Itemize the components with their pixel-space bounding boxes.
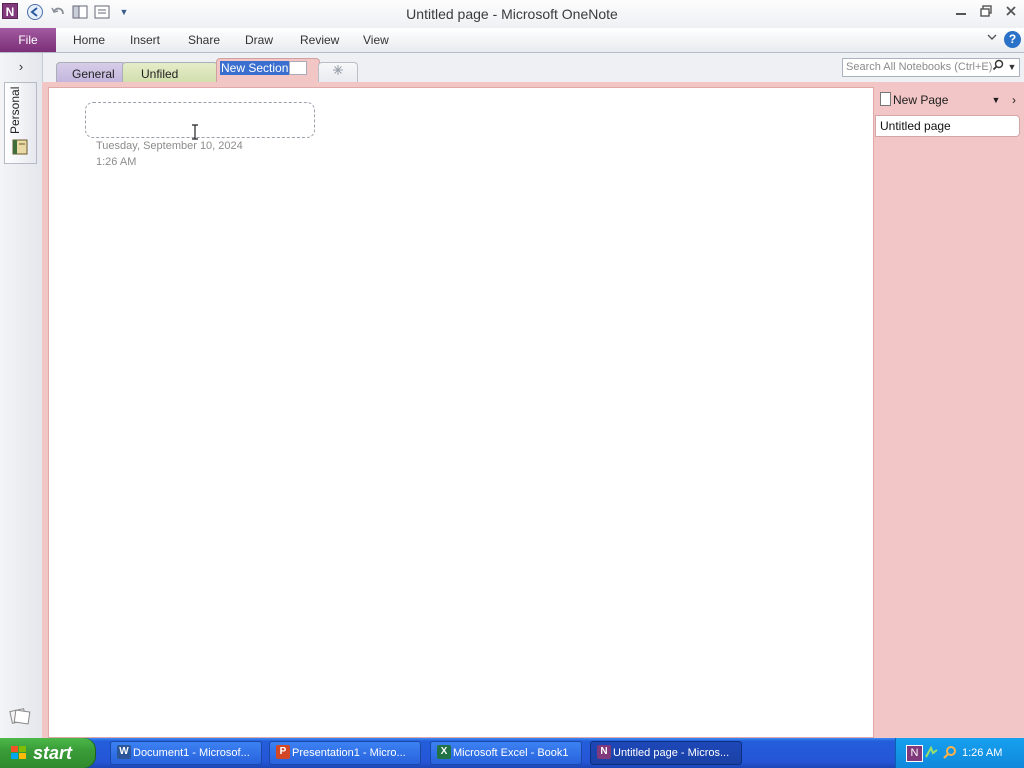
tab-insert[interactable]: Insert xyxy=(130,28,160,52)
minimize-icon[interactable] xyxy=(950,4,972,22)
page-tabs-pane xyxy=(876,82,1024,738)
taskbar-button-word[interactable]: Document1 - Microsof... xyxy=(110,741,262,765)
tab-review[interactable]: Review xyxy=(300,28,339,52)
search-scope-dropdown-icon[interactable]: ▼ xyxy=(1006,59,1018,76)
excel-icon: X xyxy=(437,745,451,759)
new-page-icon[interactable] xyxy=(880,92,891,106)
page-time: 1:26 AM xyxy=(96,156,137,168)
new-page-button[interactable]: New Page xyxy=(893,90,948,110)
page-tab-untitled[interactable]: Untitled page xyxy=(875,115,1020,137)
i-beam-cursor-icon xyxy=(190,124,200,140)
start-label: start xyxy=(33,743,73,763)
tab-share[interactable]: Share xyxy=(188,28,220,52)
new-page-dropdown-icon[interactable]: ▼ xyxy=(990,90,1002,110)
taskbar-button-powerpoint[interactable]: Presentation1 - Micro... xyxy=(269,741,421,765)
minimize-ribbon-icon[interactable] xyxy=(985,31,999,47)
word-icon: W xyxy=(117,745,131,759)
collapse-page-tabs-icon[interactable]: › xyxy=(1008,90,1020,110)
window-title: Untitled page - Microsoft OneNote xyxy=(406,6,618,22)
section-tab-general[interactable]: General xyxy=(56,62,126,82)
network-tray-icon[interactable] xyxy=(924,745,939,760)
page-title-input[interactable] xyxy=(85,102,315,138)
powerpoint-icon: P xyxy=(276,745,290,759)
expand-navigation-icon[interactable]: › xyxy=(12,58,30,76)
taskbar-button-excel[interactable]: Microsoft Excel - Book1 xyxy=(430,741,582,765)
search-tray-icon[interactable] xyxy=(942,745,957,760)
page-date: Tuesday, September 10, 2024 xyxy=(96,140,243,152)
tab-draw[interactable]: Draw xyxy=(245,28,273,52)
restore-icon[interactable] xyxy=(975,4,997,22)
notebook-label: Personal xyxy=(8,86,22,134)
page-canvas[interactable] xyxy=(48,87,874,738)
section-tab-unfiled-notes[interactable]: Unfiled Notes xyxy=(122,62,218,103)
unfiled-notes-icon[interactable] xyxy=(8,706,32,726)
onenote-tray-icon[interactable]: N xyxy=(906,745,923,762)
section-name-edit-selection[interactable]: New Section 1 xyxy=(220,61,300,75)
close-icon[interactable] xyxy=(1000,4,1022,22)
create-new-section-tab[interactable] xyxy=(318,62,358,83)
search-icon[interactable] xyxy=(990,59,1006,76)
section-name-textbox[interactable] xyxy=(289,61,307,75)
windows-logo-icon xyxy=(10,745,28,761)
taskbar-clock: 1:26 AM xyxy=(962,747,1003,759)
tab-home[interactable]: Home xyxy=(73,28,105,52)
file-tab[interactable]: File xyxy=(0,28,56,52)
notebook-icon xyxy=(11,138,31,156)
help-icon[interactable]: ? xyxy=(1004,31,1021,48)
onenote-icon: N xyxy=(597,745,611,759)
tab-view[interactable]: View xyxy=(363,28,389,52)
taskbar-button-onenote[interactable]: Untitled page - Micros... xyxy=(590,741,742,765)
